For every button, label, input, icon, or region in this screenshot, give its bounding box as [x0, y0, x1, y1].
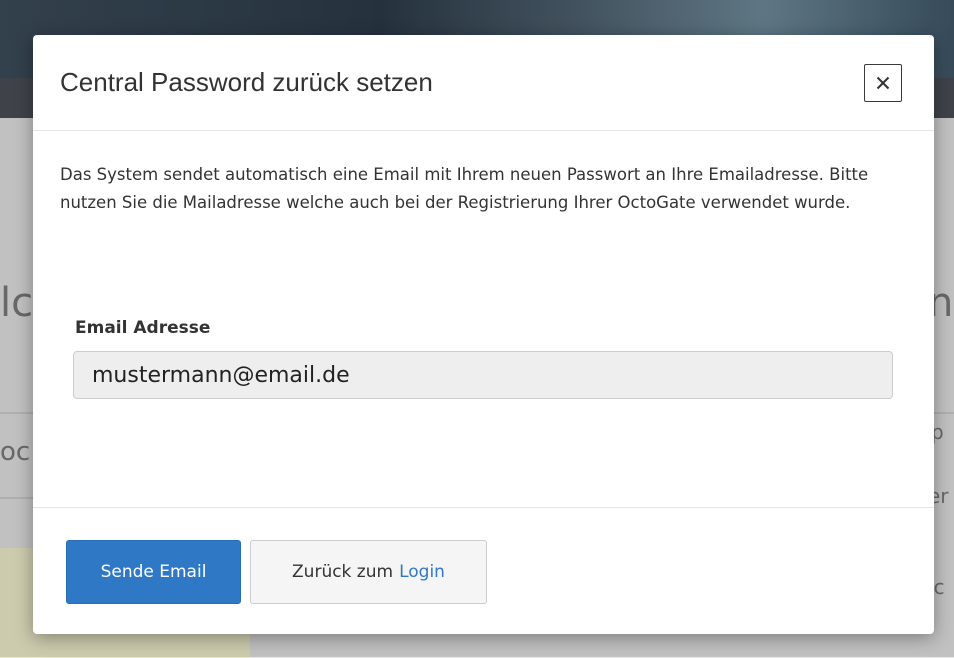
dialog-header: Central Password zurück setzen: [33, 35, 934, 131]
dialog-description: Das System sendet automatisch eine Email…: [60, 165, 869, 212]
send-email-button[interactable]: Sende Email: [66, 540, 241, 604]
reset-password-dialog: Central Password zurück setzen Das Syste…: [33, 35, 934, 634]
back-to-login-button[interactable]: Zurück zum Login: [250, 540, 487, 604]
email-label: Email Adresse: [75, 318, 211, 338]
login-link[interactable]: Login: [399, 562, 445, 582]
dialog-title: Central Password zurück setzen: [60, 67, 433, 97]
back-to-login-text: Zurück zum: [292, 562, 394, 582]
email-field[interactable]: [73, 351, 893, 399]
close-button[interactable]: [864, 64, 902, 102]
close-icon: [876, 76, 890, 90]
